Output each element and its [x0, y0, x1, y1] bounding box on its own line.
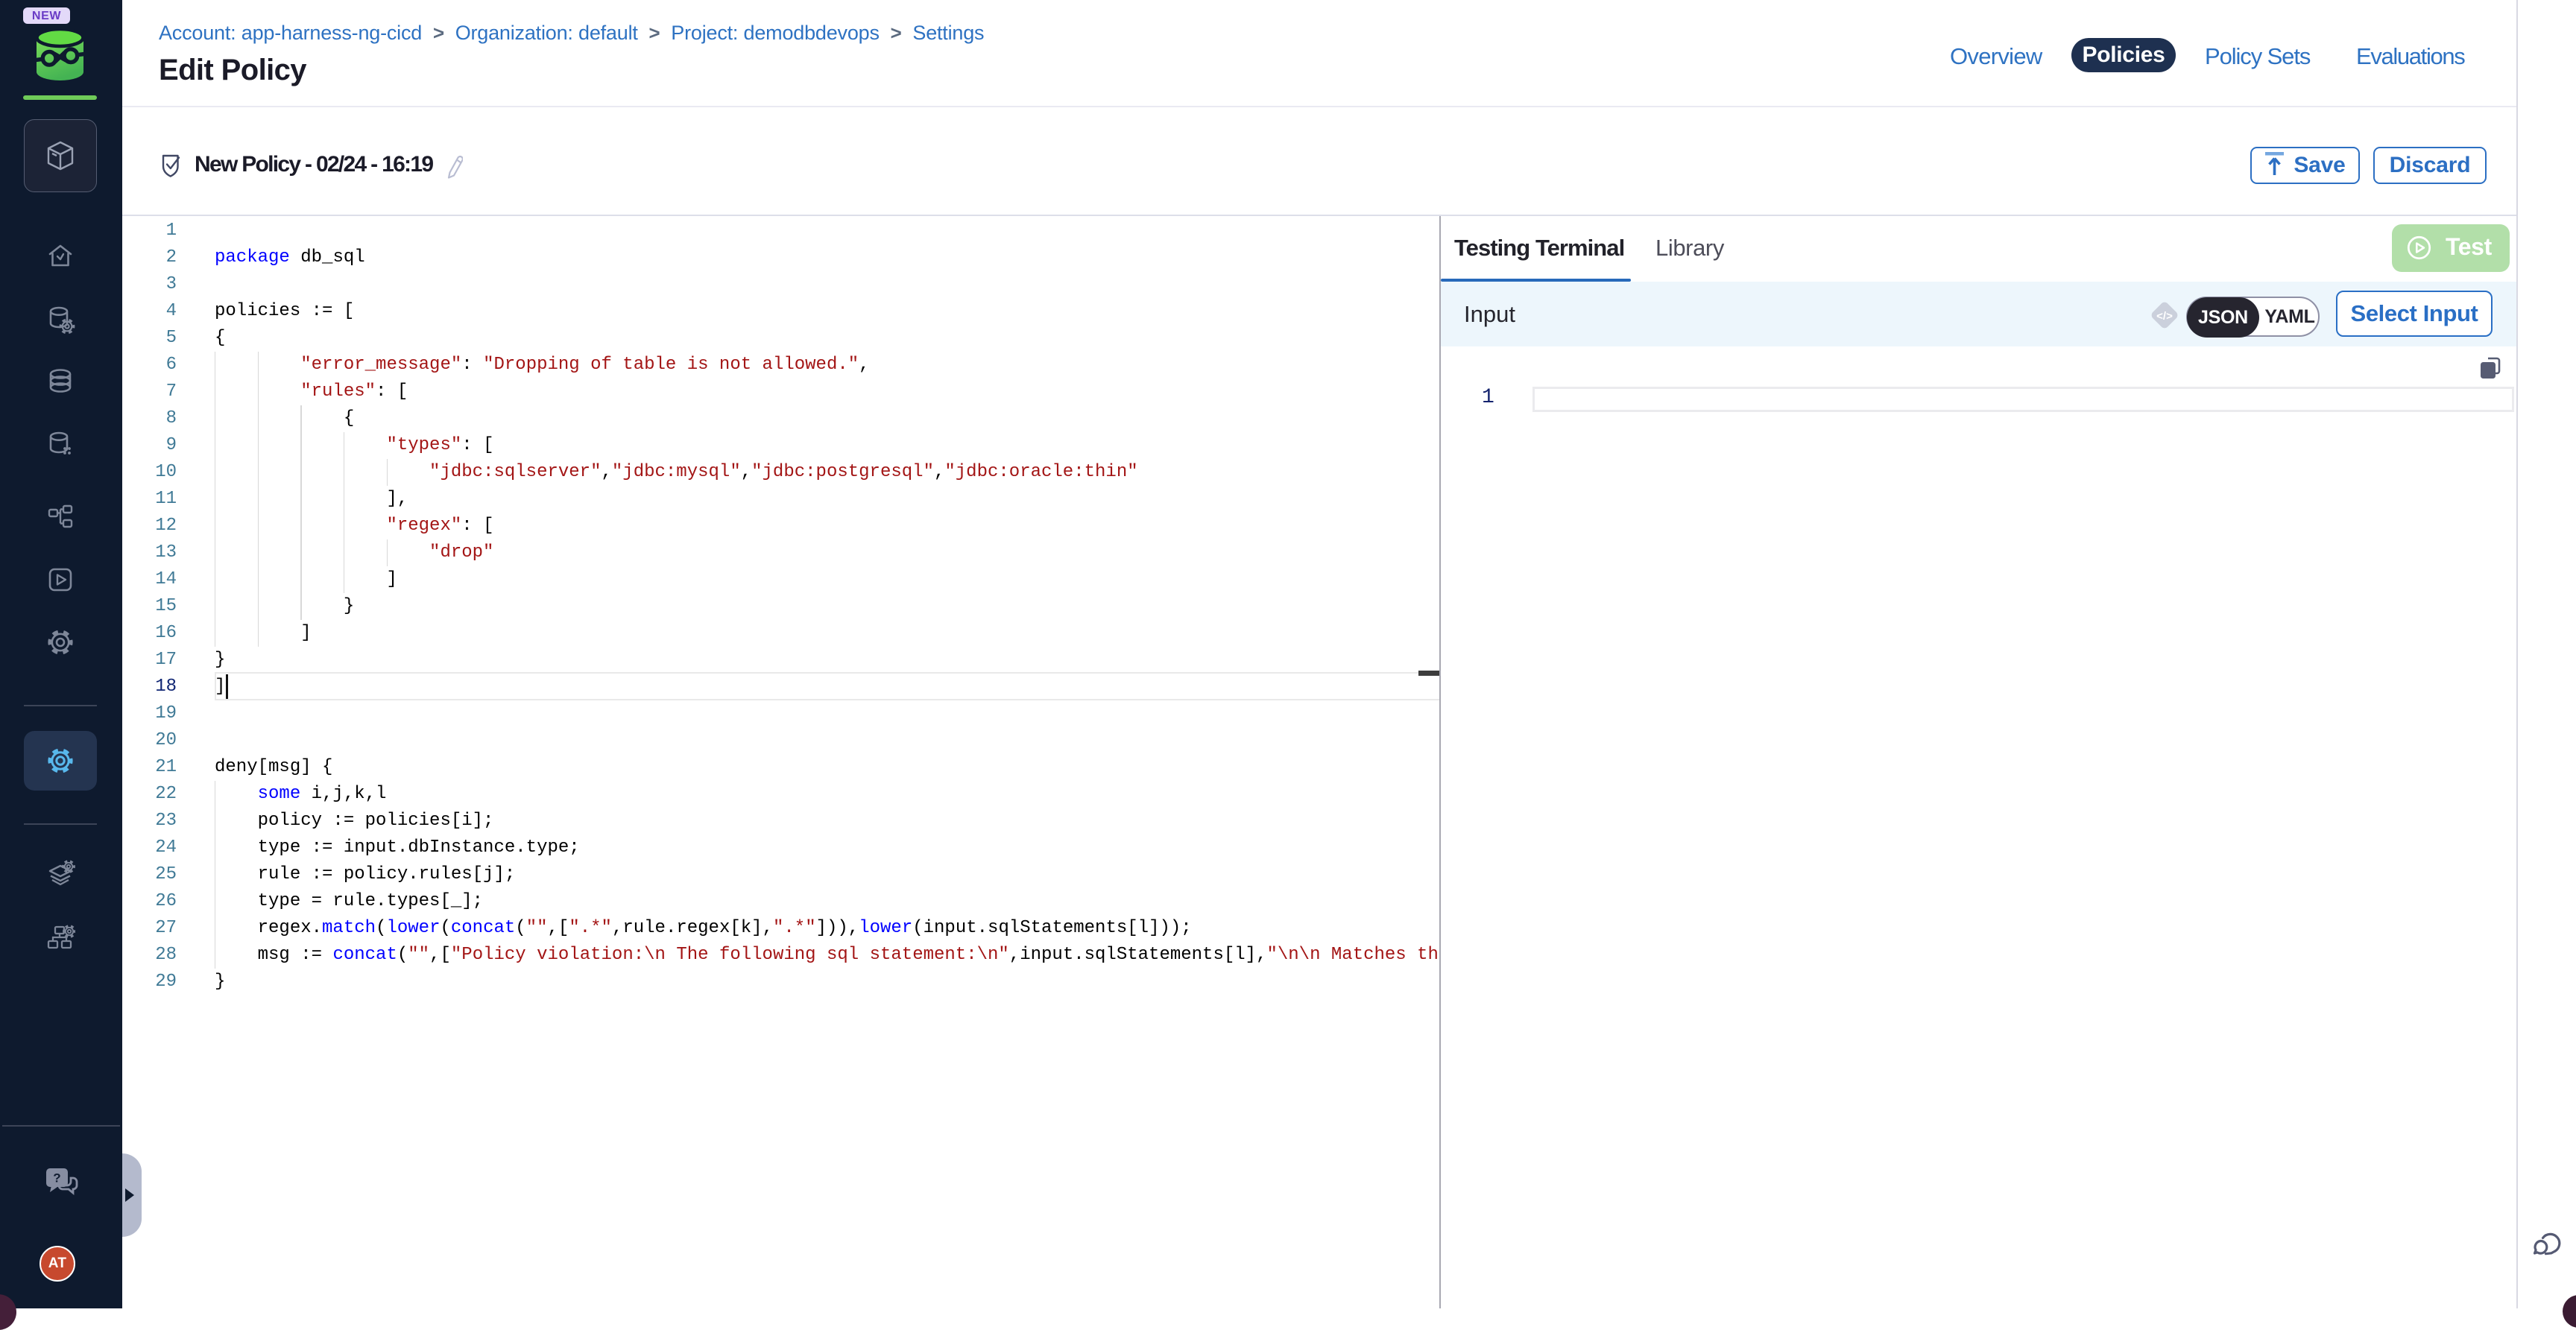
svg-text:?: ?: [53, 1171, 60, 1185]
svg-text:</>: </>: [2156, 310, 2173, 323]
